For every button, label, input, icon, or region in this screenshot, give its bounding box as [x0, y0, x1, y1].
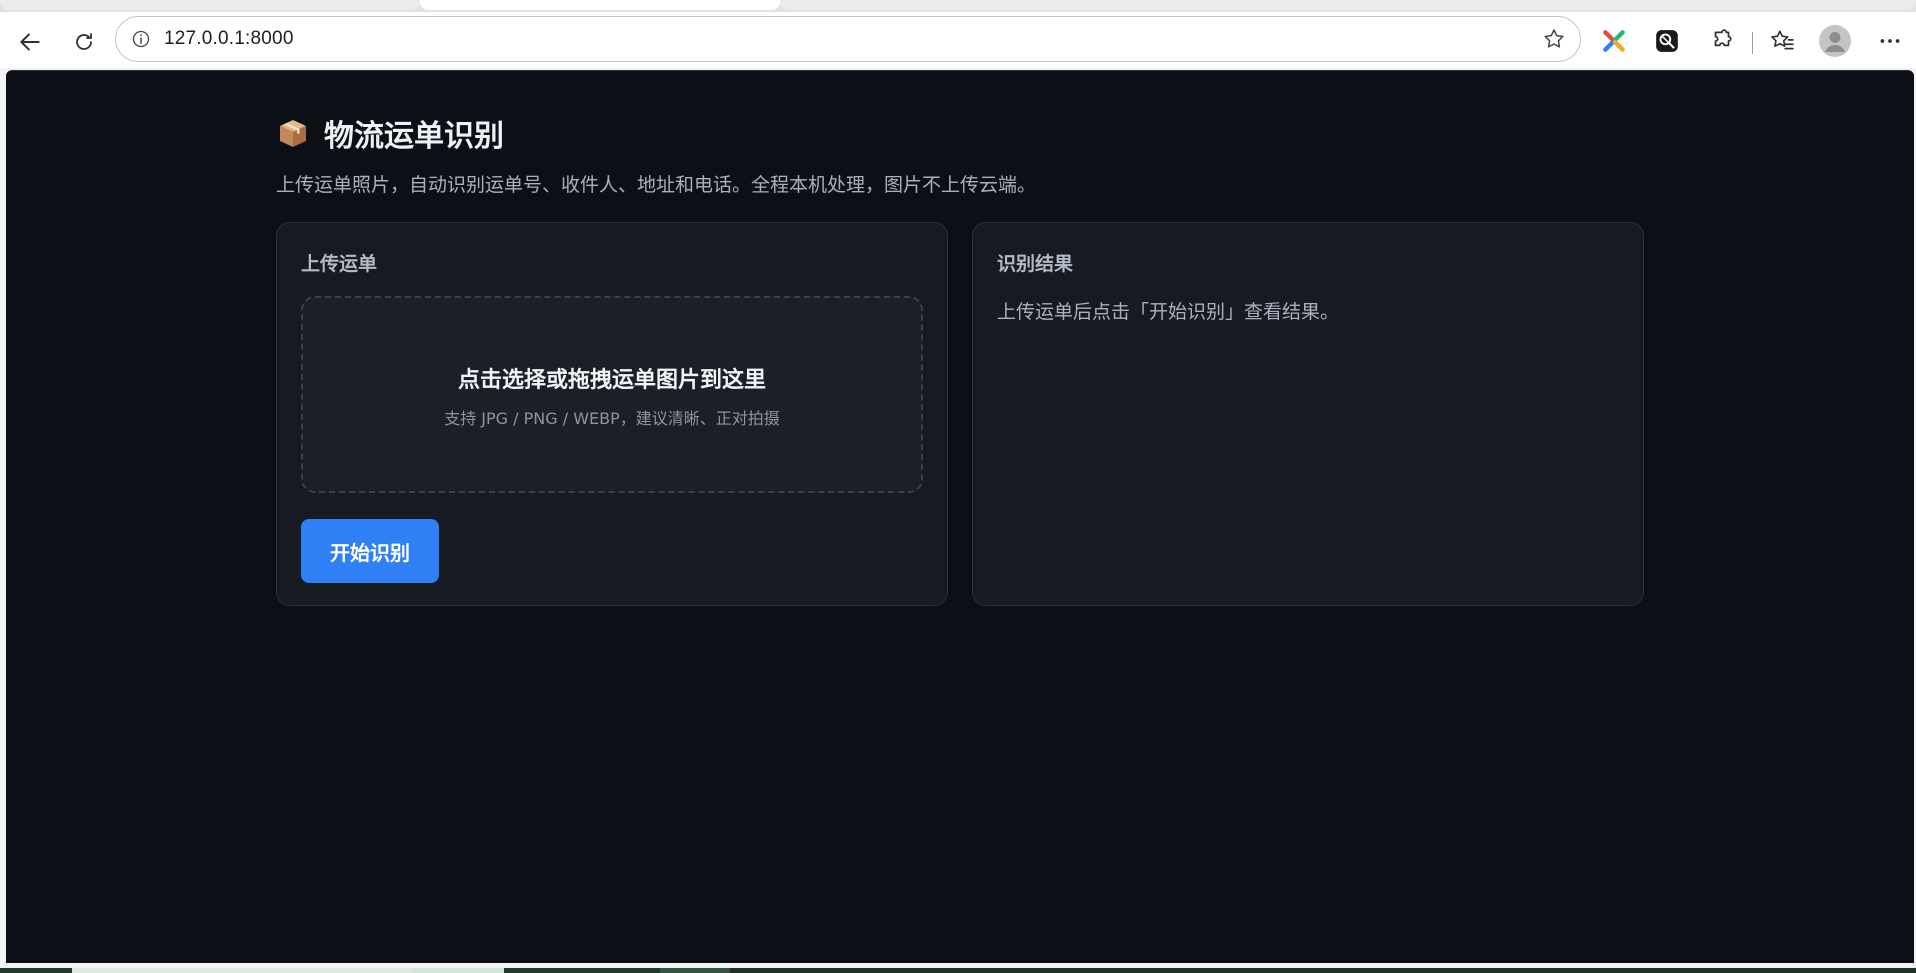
extension-colorful-icon [1603, 30, 1625, 52]
reload-button[interactable] [68, 26, 100, 58]
taskbar-segment [72, 968, 412, 973]
reload-icon [76, 33, 92, 50]
browser-tab-active[interactable] [420, 0, 780, 10]
toolbar-divider [1752, 32, 1753, 54]
back-button[interactable] [14, 26, 46, 58]
extension-colorful-button[interactable] [1597, 24, 1631, 58]
extensions-button[interactable] [1705, 24, 1739, 58]
taskbar-segment [0, 968, 72, 973]
dropzone-main-text: 点击选择或拖拽运单图片到这里 [457, 368, 766, 393]
more-icon [1880, 39, 1900, 43]
star-icon[interactable] [1540, 25, 1568, 53]
address-bar[interactable]: 127.0.0.1:8000 [115, 16, 1581, 62]
more-button[interactable] [1873, 24, 1907, 58]
page-title-text: 物流运单识别 [324, 119, 504, 154]
page-subtitle: 上传运单照片，自动识别运单号、收件人、地址和电话。全程本机处理，图片不上传云端。 [276, 174, 1037, 196]
taskbar-segment [412, 968, 504, 973]
result-card-title: 识别结果 [997, 253, 1074, 275]
taskbar-segment [504, 968, 660, 973]
profile-button[interactable] [1818, 24, 1852, 58]
dropzone-hint-text: 支持 JPG / PNG / WEBP，建议清晰、正对拍摄 [444, 409, 780, 428]
extension-dark-button[interactable] [1650, 24, 1684, 58]
package-icon [280, 120, 306, 147]
browser-toolbar: 127.0.0.1:8000 [0, 12, 1916, 68]
result-placeholder-text: 上传运单后点击「开始识别」查看结果。 [997, 301, 1340, 323]
taskbar-segment [660, 968, 730, 973]
browser-tab[interactable] [0, 0, 420, 10]
browser-tab[interactable] [780, 0, 1916, 10]
page-viewport: 物流运单识别 上传运单照片，自动识别运单号、收件人、地址和电话。全程本机处理，图… [6, 70, 1914, 963]
taskbar-segment [730, 968, 1916, 973]
url-text[interactable]: 127.0.0.1:8000 [164, 28, 1540, 50]
back-arrow-icon [20, 33, 40, 51]
start-recognition-button[interactable]: 开始识别 [301, 519, 439, 583]
extension-dark-icon [1656, 30, 1678, 52]
favorites-button[interactable] [1765, 24, 1799, 58]
tab-strip [0, 0, 1916, 12]
extension-icon [1714, 29, 1732, 47]
result-card: 识别结果 上传运单后点击「开始识别」查看结果。 [972, 222, 1644, 606]
page-title: 物流运单识别 [276, 111, 504, 155]
upload-card-title: 上传运单 [301, 253, 378, 275]
info-icon[interactable] [130, 28, 152, 50]
upload-card: 上传运单 点击选择或拖拽运单图片到这里 支持 JPG / PNG / WEBP，… [276, 222, 948, 606]
profile-icon [1819, 25, 1851, 57]
upload-dropzone[interactable]: 点击选择或拖拽运单图片到这里 支持 JPG / PNG / WEBP，建议清晰、… [301, 296, 923, 493]
taskbar-strip [0, 963, 1916, 973]
favorites-icon [1771, 30, 1794, 50]
